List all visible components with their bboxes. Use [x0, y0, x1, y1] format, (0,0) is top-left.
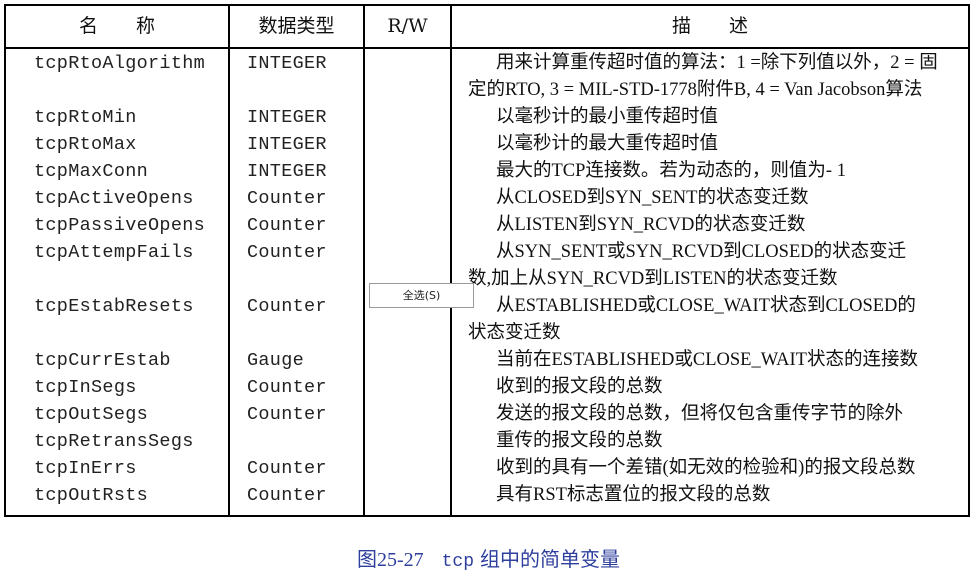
variable-name: tcpMaxConn — [34, 161, 149, 182]
data-type: Counter — [247, 215, 327, 236]
description: 以毫秒计的最小重传超时值 — [468, 104, 968, 131]
table-row: tcpMaxConn INTEGER 最大的TCP连接数。若为动态的，则值为- 1 — [6, 158, 968, 185]
header-rw: R/W — [387, 15, 428, 37]
table-row: tcpRtoMax INTEGER 以毫秒计的最大重传超时值 — [6, 131, 968, 158]
table-row: tcpInSegs Counter 收到的报文段的总数 — [6, 374, 968, 401]
table-row: tcpOutSegs Counter 发送的报文段的总数，但将仅包含重传字节的除外 — [6, 401, 968, 428]
description-line: 从LISTEN到SYN_RCVD的状态变迁数 — [496, 215, 806, 235]
data-type: Counter — [247, 404, 327, 425]
variable-name: tcpActiveOpens — [34, 188, 194, 209]
description-line: 数,加上从SYN_RCVD到LISTEN的状态变迁数 — [468, 269, 838, 289]
table-row: tcpActiveOpens Counter 从CLOSED到SYN_SENT的状态… — [6, 185, 968, 212]
description: 从LISTEN到SYN_RCVD的状态变迁数 — [468, 212, 968, 239]
table-row: tcpRtoAlgorithm INTEGER 用来计算重传超时值的算法：1 =除下… — [6, 50, 968, 100]
description-line: 用来计算重传超时值的算法：1 =除下列值以外，2 = 固 — [496, 53, 938, 73]
description: 从CLOSED到SYN_SENT的状态变迁数 — [468, 185, 968, 212]
variable-name: tcpRetransSegs — [34, 431, 194, 452]
variable-name: tcpPassiveOpens — [34, 215, 206, 236]
header-desc: 描 述 — [671, 15, 748, 37]
caption-figure-number: 图25-27 — [356, 549, 424, 571]
description: 重传的报文段的总数 — [468, 428, 968, 455]
description-line: 从CLOSED到SYN_SENT的状态变迁数 — [496, 188, 809, 208]
variable-name: tcpRtoMin — [34, 107, 137, 128]
table-row: tcpEstabResets Counter 从ESTABLISHED或CLOSE_… — [6, 293, 968, 343]
variable-name: tcpInSegs — [34, 377, 137, 398]
description: 用来计算重传超时值的算法：1 =除下列值以外，2 = 固定的RTO, 3 = M… — [468, 50, 968, 104]
header-type: 数据类型 — [258, 15, 335, 37]
variable-name: tcpInErrs — [34, 458, 137, 479]
description: 当前在ESTABLISHED或CLOSE_WAIT状态的连接数 — [468, 347, 968, 374]
figure-caption: 图25-27 tcp 组中的简单变量 — [0, 543, 977, 572]
data-type: Counter — [247, 485, 327, 506]
tcp-variables-table: 名 称 数据类型 R/W 描 述 tcpRtoAlgorithm INTEGER 用… — [4, 4, 970, 517]
data-type: Gauge — [247, 350, 305, 371]
description-line: 状态变迁数 — [468, 323, 561, 343]
description-line: 以毫秒计的最小重传超时值 — [496, 107, 719, 127]
description: 具有RST标志置位的报文段的总数 — [468, 482, 968, 509]
data-type: Counter — [247, 377, 327, 398]
table-header: 名 称 数据类型 R/W 描 述 — [6, 6, 968, 49]
description-line: 重传的报文段的总数 — [496, 431, 663, 451]
description-line: 从SYN_SENT或SYN_RCVD到CLOSED的状态变迁 — [496, 242, 907, 262]
header-name: 名 称 — [78, 15, 155, 37]
variable-name: tcpAttempFails — [34, 242, 194, 263]
data-type: INTEGER — [247, 107, 327, 128]
description-line: 当前在ESTABLISHED或CLOSE_WAIT状态的连接数 — [496, 350, 918, 370]
description-line: 具有RST标志置位的报文段的总数 — [496, 485, 771, 505]
data-type: Counter — [247, 458, 327, 479]
data-type: INTEGER — [247, 161, 327, 182]
data-type: Counter — [247, 188, 327, 209]
description: 从ESTABLISHED或CLOSE_WAIT状态到CLOSED的状态变迁数 — [468, 293, 968, 347]
data-type: INTEGER — [247, 53, 327, 74]
caption-code: tcp — [441, 552, 475, 572]
description: 收到的具有一个差错(如无效的检验和)的报文段总数 — [468, 455, 968, 482]
variable-name: tcpOutRsts — [34, 485, 149, 506]
variable-name: tcpRtoAlgorithm — [34, 53, 206, 74]
description: 发送的报文段的总数，但将仅包含重传字节的除外 — [468, 401, 968, 428]
description: 最大的TCP连接数。若为动态的，则值为- 1 — [468, 158, 968, 185]
description-line: 以毫秒计的最大重传超时值 — [496, 134, 719, 154]
description-line: 发送的报文段的总数，但将仅包含重传字节的除外 — [496, 404, 904, 424]
description: 以毫秒计的最大重传超时值 — [468, 131, 968, 158]
caption-text: 组中的简单变量 — [480, 549, 621, 571]
table-row: tcpInErrs Counter 收到的具有一个差错(如无效的检验和)的报文段总数 — [6, 455, 968, 482]
table-row: tcpPassiveOpens Counter 从LISTEN到SYN_RCVD的状… — [6, 212, 968, 239]
table-row: tcpRetransSegs 重传的报文段的总数 — [6, 428, 968, 455]
variable-name: tcpOutSegs — [34, 404, 149, 425]
data-type: Counter — [247, 296, 327, 317]
description: 收到的报文段的总数 — [468, 374, 968, 401]
table-row: tcpRtoMin INTEGER 以毫秒计的最小重传超时值 — [6, 104, 968, 131]
table-row: tcpCurrEstab Gauge 当前在ESTABLISHED或CLOSE_WA… — [6, 347, 968, 374]
description-line: 定的RTO, 3 = MIL-STD-1778附件B, 4 = Van Jaco… — [468, 80, 923, 100]
variable-name: tcpRtoMax — [34, 134, 137, 155]
variable-name: tcpEstabResets — [34, 296, 194, 317]
description-line: 最大的TCP连接数。若为动态的，则值为- 1 — [496, 161, 846, 181]
select-all-menu-item[interactable]: 全选(S) — [369, 283, 474, 308]
table-row: tcpAttempFails Counter 从SYN_SENT或SYN_RCVD到… — [6, 239, 968, 289]
description-line: 从ESTABLISHED或CLOSE_WAIT状态到CLOSED的 — [496, 296, 916, 316]
table-row: tcpOutRsts Counter 具有RST标志置位的报文段的总数 — [6, 482, 968, 509]
variable-name: tcpCurrEstab — [34, 350, 171, 371]
data-type: Counter — [247, 242, 327, 263]
description-line: 收到的具有一个差错(如无效的检验和)的报文段总数 — [496, 458, 916, 478]
data-type: INTEGER — [247, 134, 327, 155]
description-line: 收到的报文段的总数 — [496, 377, 663, 397]
description: 从SYN_SENT或SYN_RCVD到CLOSED的状态变迁数,加上从SYN_R… — [468, 239, 968, 293]
